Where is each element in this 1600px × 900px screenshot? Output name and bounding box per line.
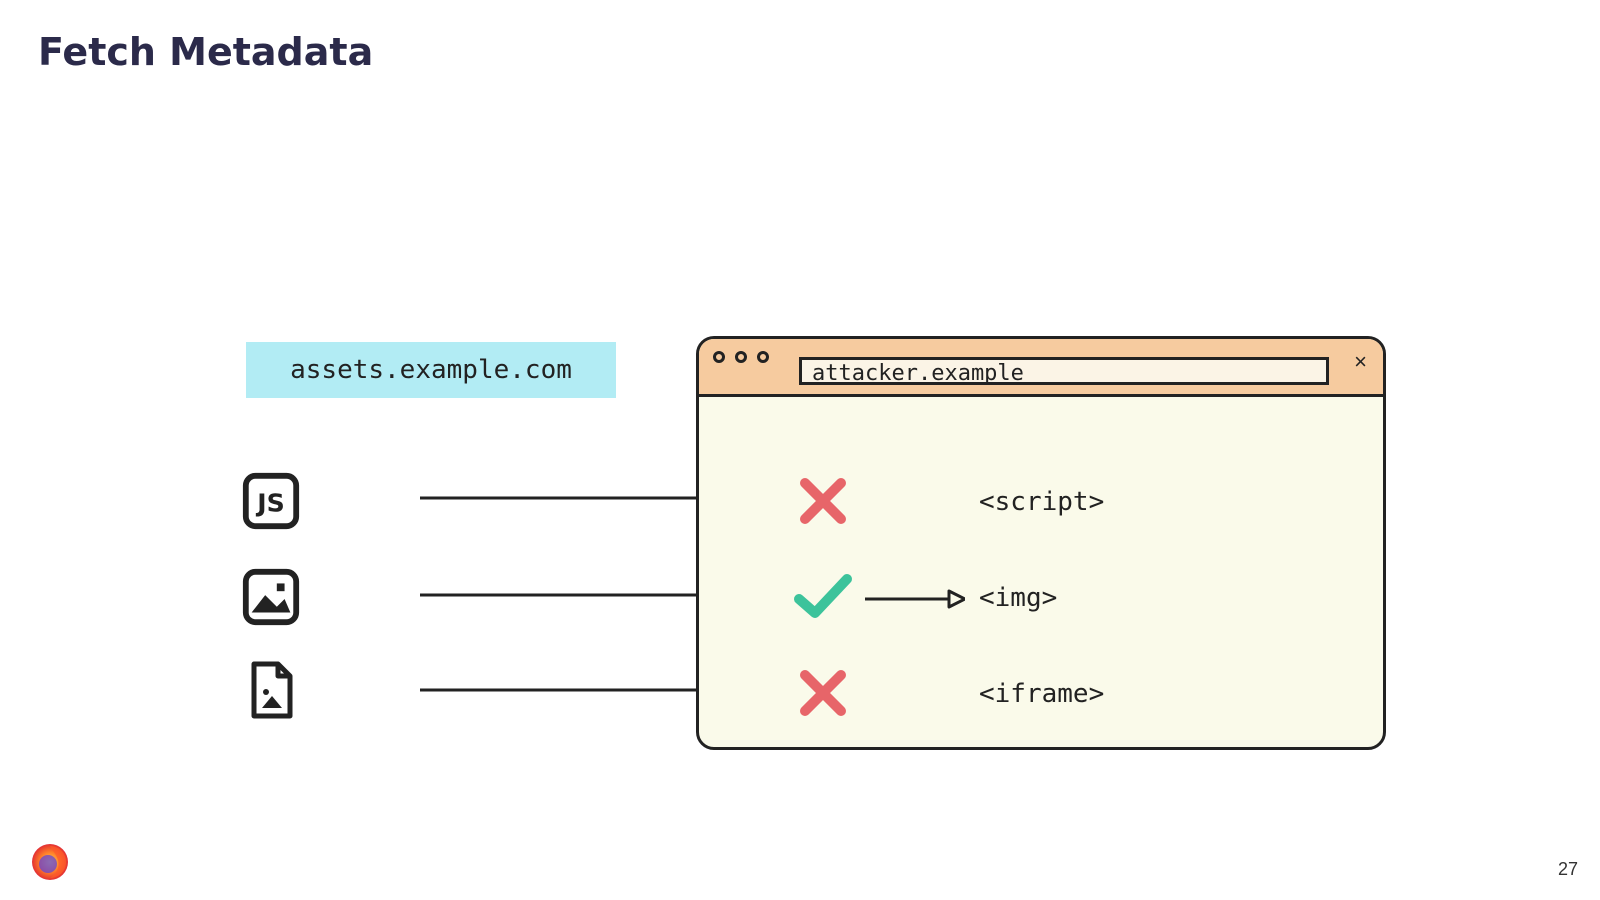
attacker-browser-window: attacker.example × <script> <img> <ifram…: [696, 336, 1386, 750]
tag-label-img: <img>: [979, 583, 1057, 613]
browser-titlebar: attacker.example ×: [699, 339, 1383, 397]
close-icon: ×: [1354, 349, 1367, 375]
arrow-icon: [865, 589, 965, 609]
browser-body: <script> <img> <iframe>: [699, 397, 1383, 747]
tag-label-iframe: <iframe>: [979, 679, 1104, 709]
address-bar: attacker.example: [799, 357, 1329, 385]
traffic-dot: [735, 351, 747, 363]
status-icon-allowed: [791, 569, 855, 629]
page-number: 27: [1558, 859, 1578, 880]
firefox-logo-icon: [28, 840, 72, 884]
traffic-lights: [713, 351, 769, 363]
status-icon-blocked: [795, 665, 851, 725]
tag-label-script: <script>: [979, 487, 1104, 517]
traffic-dot: [713, 351, 725, 363]
status-icon-blocked: [795, 473, 851, 533]
traffic-dot: [757, 351, 769, 363]
